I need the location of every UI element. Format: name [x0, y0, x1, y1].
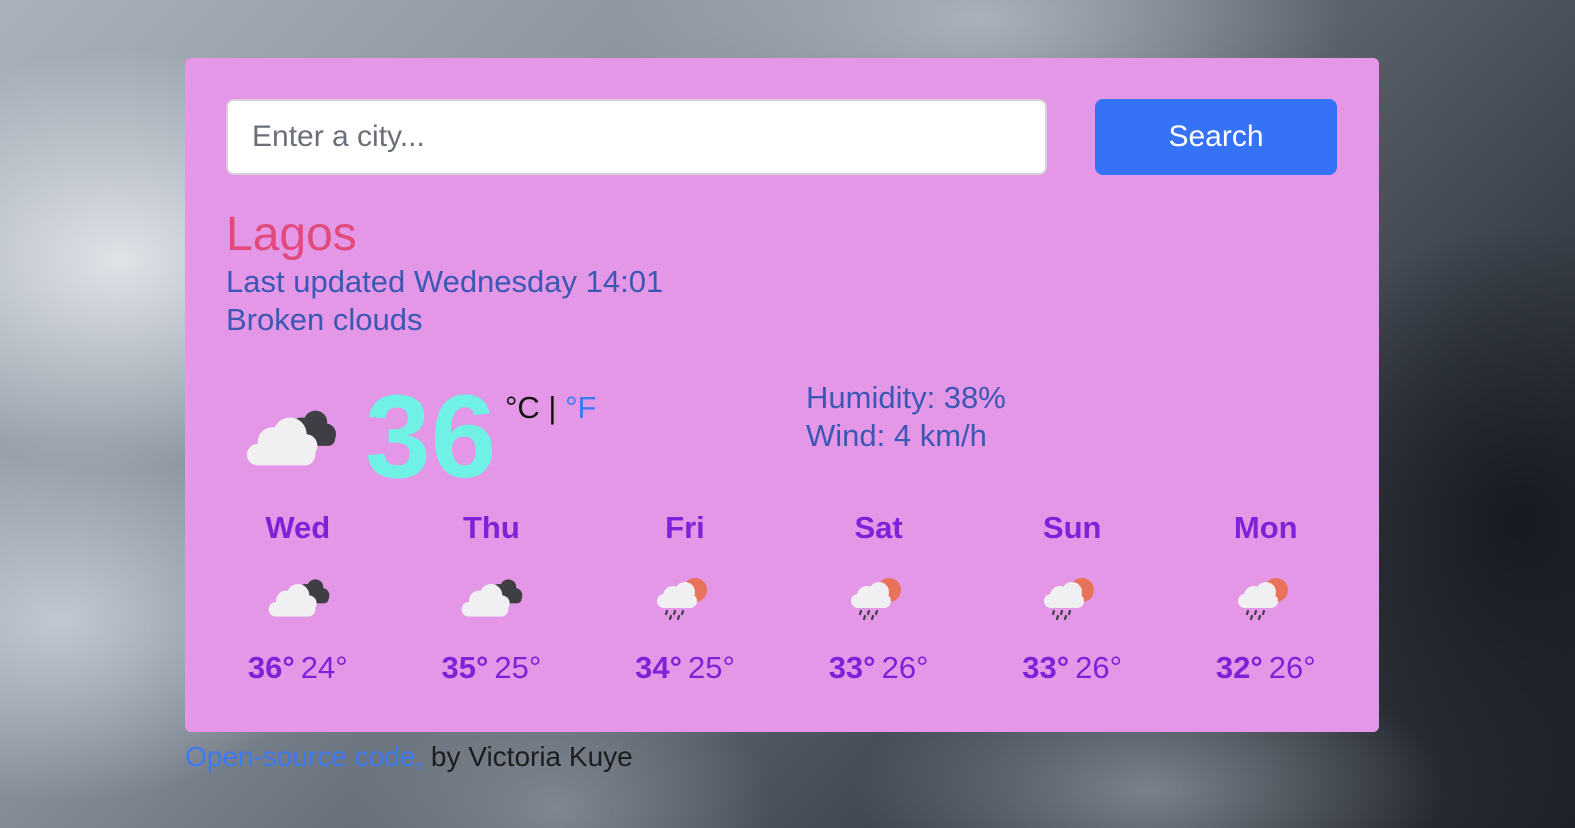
forecast-temps: 32° 26° [1169, 648, 1363, 688]
forecast-day: Thu 35° 25° [395, 508, 589, 688]
forecast-day: Sun 33° 26° [975, 508, 1169, 688]
forecast-min-temp: 25° [494, 650, 542, 685]
footer: Open-source code, by Victoria Kuye [185, 740, 633, 774]
forecast-day-name: Mon [1233, 510, 1298, 545]
forecast-max-temp: 35° [441, 650, 489, 685]
forecast-day: Sat 33° 26° [782, 508, 976, 688]
broken-clouds-icon [266, 574, 330, 622]
broken-clouds-icon [243, 406, 337, 470]
current-temperature: 36 [365, 371, 497, 503]
wind-text: Wind: 4 km/h [806, 418, 987, 453]
sun-rain-cloud-icon [1234, 574, 1298, 622]
search-button[interactable]: Search [1095, 99, 1337, 175]
forecast-max-temp: 34° [635, 650, 682, 685]
city-search-input[interactable] [226, 99, 1047, 175]
forecast-temps: 35° 25° [395, 648, 589, 688]
unit-separator: | [548, 390, 557, 425]
source-code-link[interactable]: Open-source code, [185, 741, 423, 772]
city-name: Lagos [226, 208, 357, 261]
fahrenheit-link[interactable]: °F [565, 390, 596, 425]
unit-toggle: °C | °F [505, 390, 596, 426]
forecast-temps: 34° 25° [588, 648, 782, 688]
celsius-unit: °C [505, 390, 540, 425]
forecast-max-temp: 36° [247, 650, 295, 685]
forecast-max-temp: 33° [1022, 650, 1070, 685]
forecast-temps: 33° 26° [975, 648, 1169, 688]
weather-description: Broken clouds [226, 302, 423, 337]
forecast-min-temp: 26° [881, 650, 929, 685]
weather-card: Search Lagos Last updated Wednesday 14:0… [185, 58, 1379, 732]
forecast-day-name: Thu [462, 510, 520, 545]
forecast-min-temp: 24° [300, 650, 348, 685]
forecast-day-name: Sun [1042, 510, 1102, 545]
forecast-min-temp: 26° [1075, 650, 1123, 685]
forecast-temps: 36° 24° [201, 648, 395, 688]
last-updated-text: Last updated Wednesday 14:01 [226, 264, 664, 299]
forecast-day-name: Sat [854, 510, 903, 545]
forecast-min-temp: 25° [687, 650, 735, 685]
broken-clouds-icon [459, 574, 523, 622]
forecast-min-temp: 26° [1268, 650, 1316, 685]
sun-rain-cloud-icon [847, 574, 911, 622]
weather-details: Humidity: 38% Wind: 4 km/h [806, 379, 1006, 455]
forecast-day: Wed 36° 24° [201, 508, 395, 688]
forecast-day: Fri 34° 25° [588, 508, 782, 688]
forecast-day: Mon 32° 26° [1169, 508, 1363, 688]
forecast-max-temp: 33° [828, 650, 876, 685]
sun-rain-cloud-icon [653, 574, 717, 622]
forecast: Wed 36° 24° Thu 35° 25° Fri 34° 25° Sat 33°… [201, 508, 1363, 688]
forecast-temps: 33° 26° [782, 648, 976, 688]
forecast-day-name: Wed [265, 510, 331, 545]
author-credit: by Victoria Kuye [423, 741, 633, 772]
weather-meta: Last updated Wednesday 14:01 Broken clou… [226, 263, 663, 339]
forecast-day-name: Fri [665, 510, 705, 545]
humidity-text: Humidity: 38% [806, 380, 1006, 415]
forecast-max-temp: 32° [1215, 650, 1263, 685]
sun-rain-cloud-icon [1040, 574, 1104, 622]
